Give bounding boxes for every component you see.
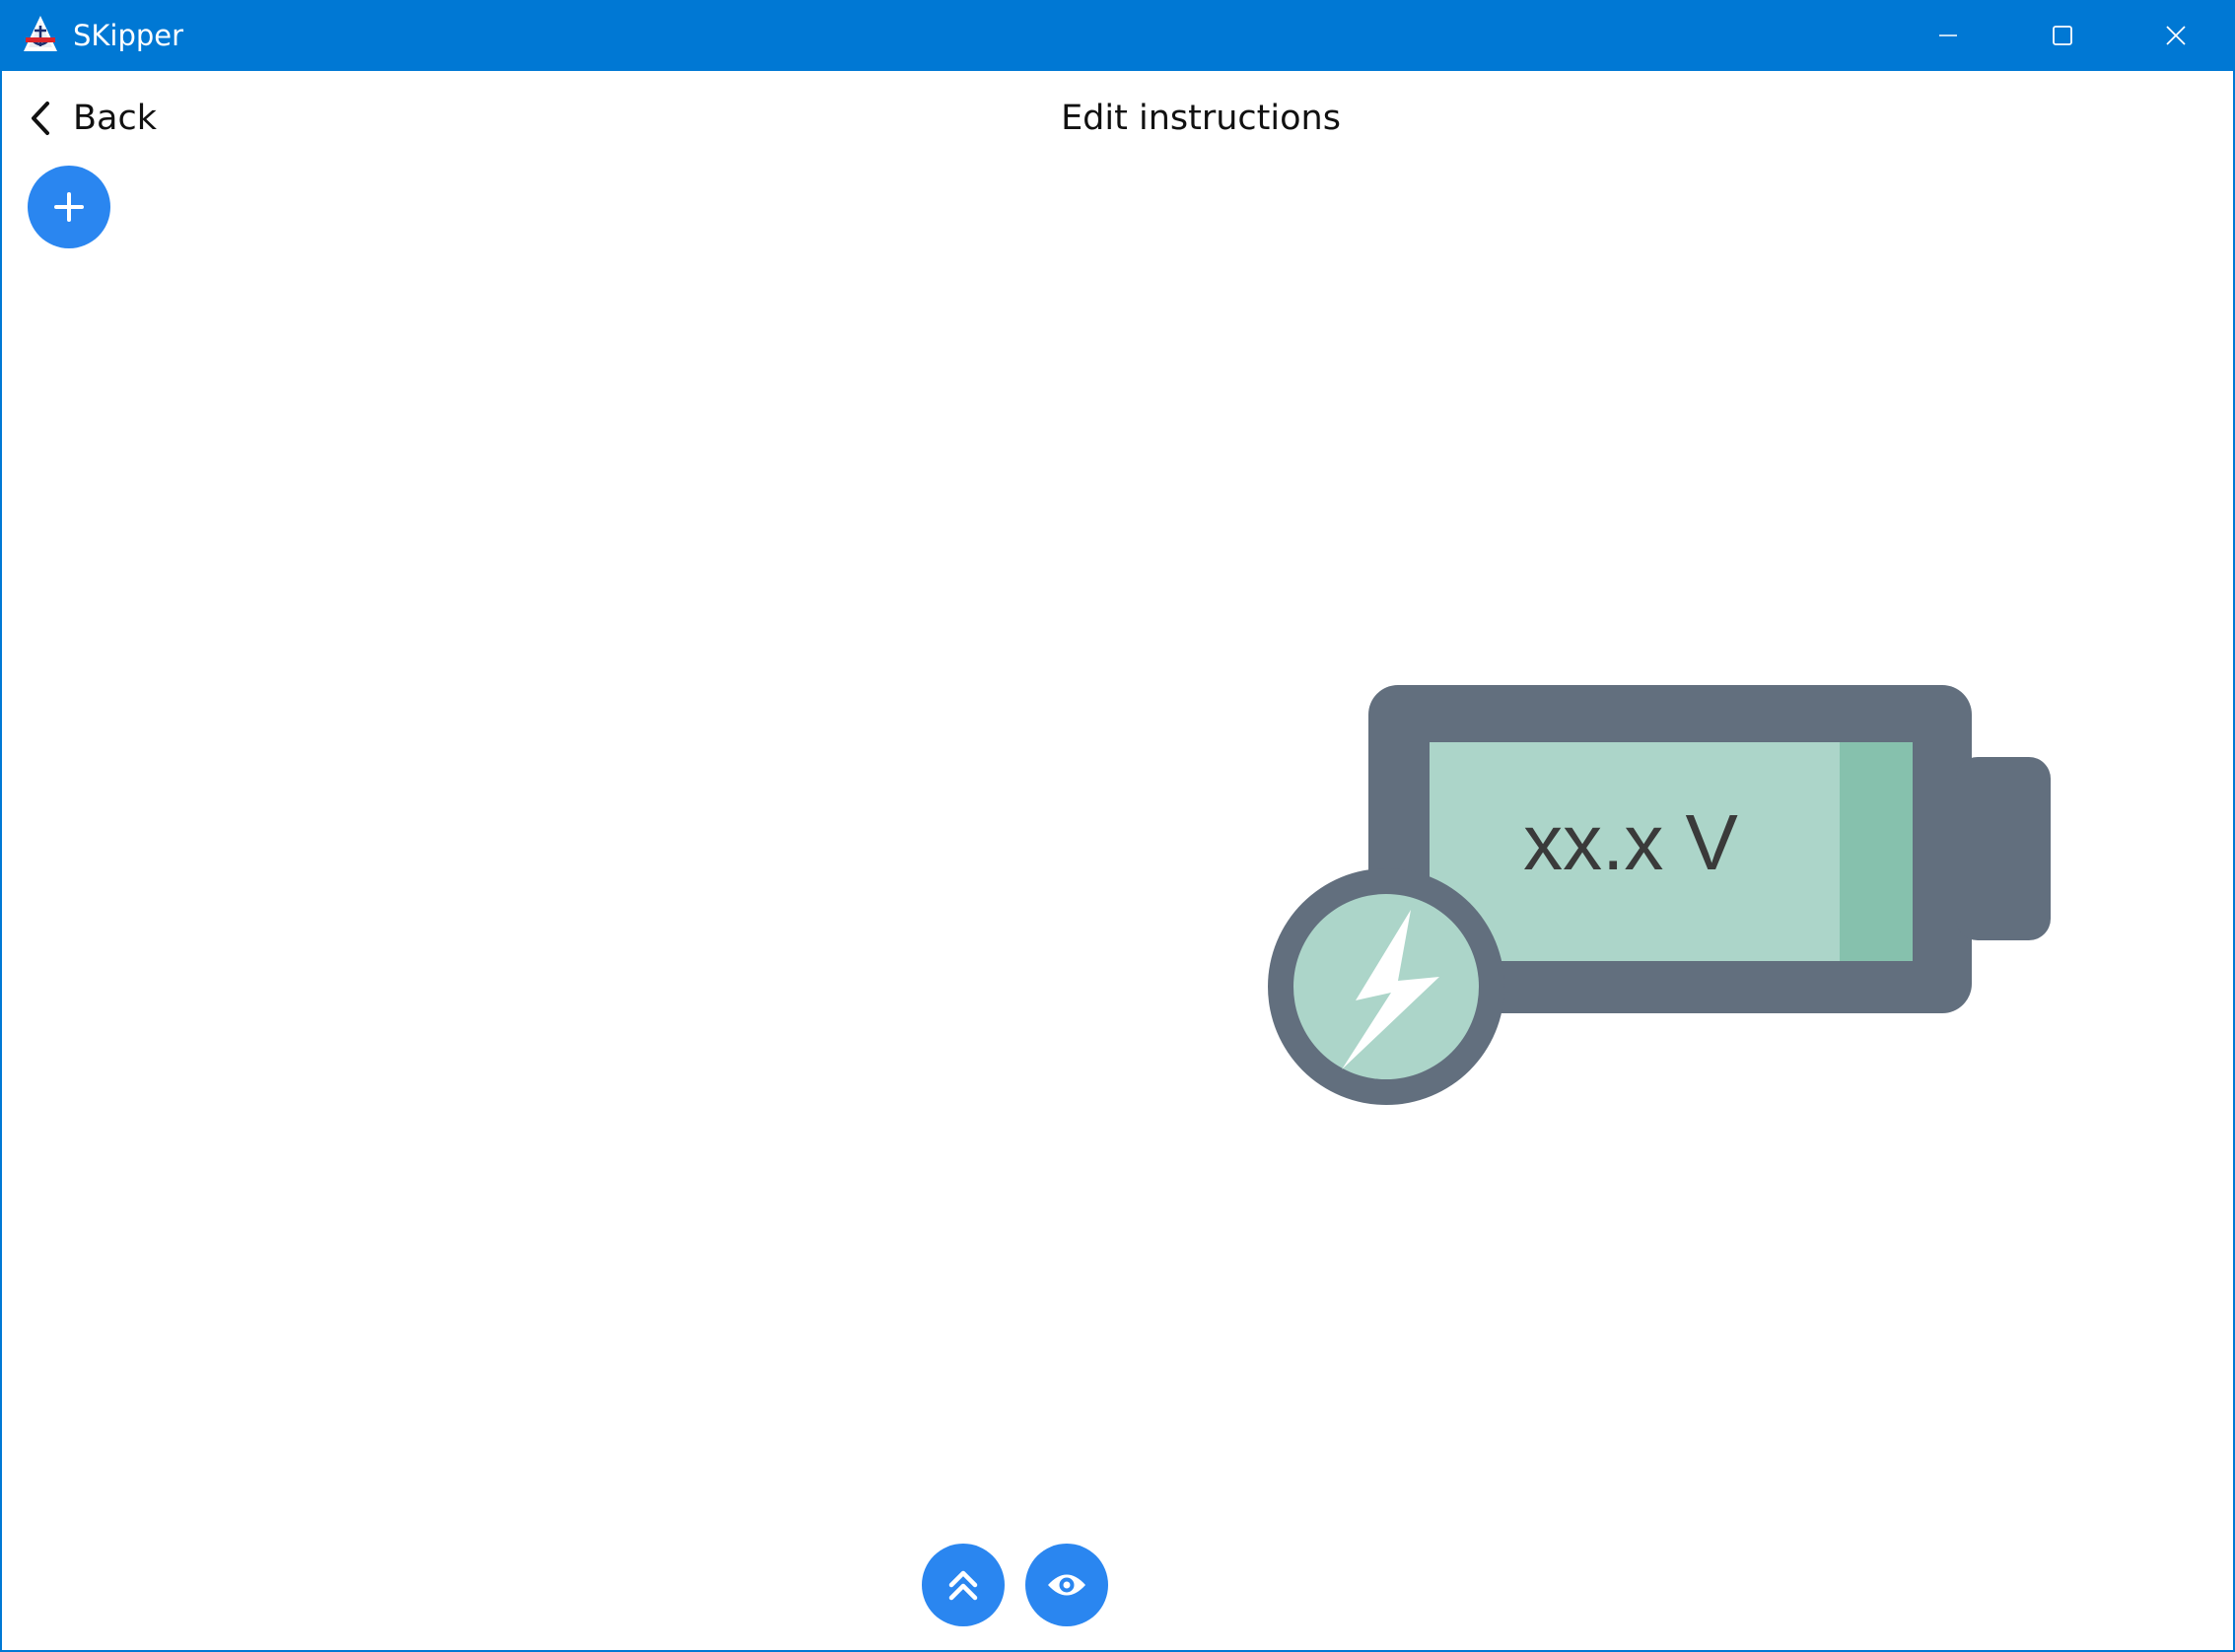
voltage-readout: xx.x V — [1523, 798, 1738, 886]
minimize-button[interactable] — [1891, 0, 2005, 71]
close-button[interactable] — [2119, 0, 2233, 71]
battery-fill-accent — [1840, 742, 1913, 961]
double-chevron-up-icon — [948, 1570, 978, 1601]
page-title: Edit instructions — [1061, 99, 1341, 138]
app-logo-icon — [24, 16, 57, 51]
eye-icon — [1048, 1574, 1085, 1596]
plus-icon — [54, 192, 84, 222]
battery-terminal — [1956, 757, 2051, 940]
move-up-button[interactable] — [922, 1544, 1005, 1626]
app-title: SKipper — [73, 19, 184, 52]
maximize-button[interactable] — [2005, 0, 2120, 71]
maximize-icon — [2053, 26, 2072, 45]
minimize-icon — [1939, 34, 1957, 36]
title-bar[interactable]: SKipper — [2, 0, 2235, 71]
add-instruction-button[interactable] — [28, 166, 110, 248]
close-icon — [2166, 26, 2186, 45]
preview-button[interactable] — [1025, 1544, 1108, 1626]
app-window: SKipper Back Edit instructions xx.x V — [0, 0, 2235, 1652]
